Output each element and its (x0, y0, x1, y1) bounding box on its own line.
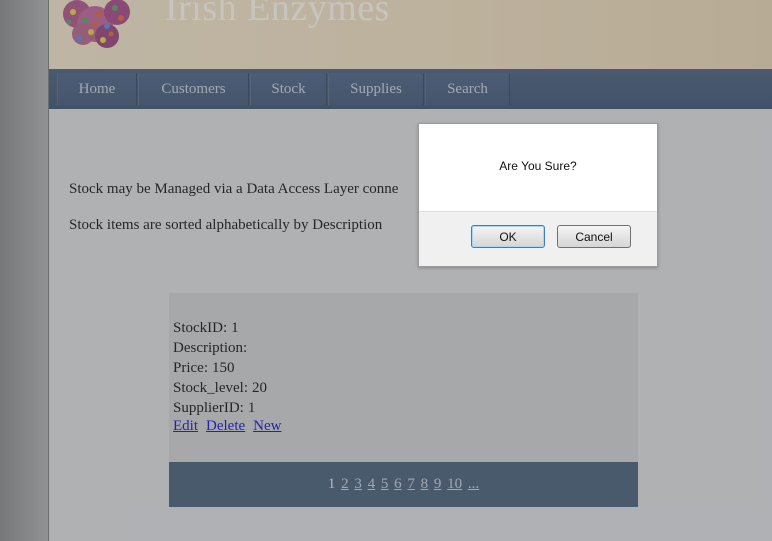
dialog-button-bar: OK Cancel (419, 211, 657, 266)
cancel-button[interactable]: Cancel (557, 225, 631, 248)
ok-button[interactable]: OK (471, 225, 545, 248)
dialog-message: Are You Sure? (499, 159, 577, 173)
modal-overlay (0, 0, 772, 541)
confirm-dialog: Are You Sure? OK Cancel (418, 123, 658, 267)
